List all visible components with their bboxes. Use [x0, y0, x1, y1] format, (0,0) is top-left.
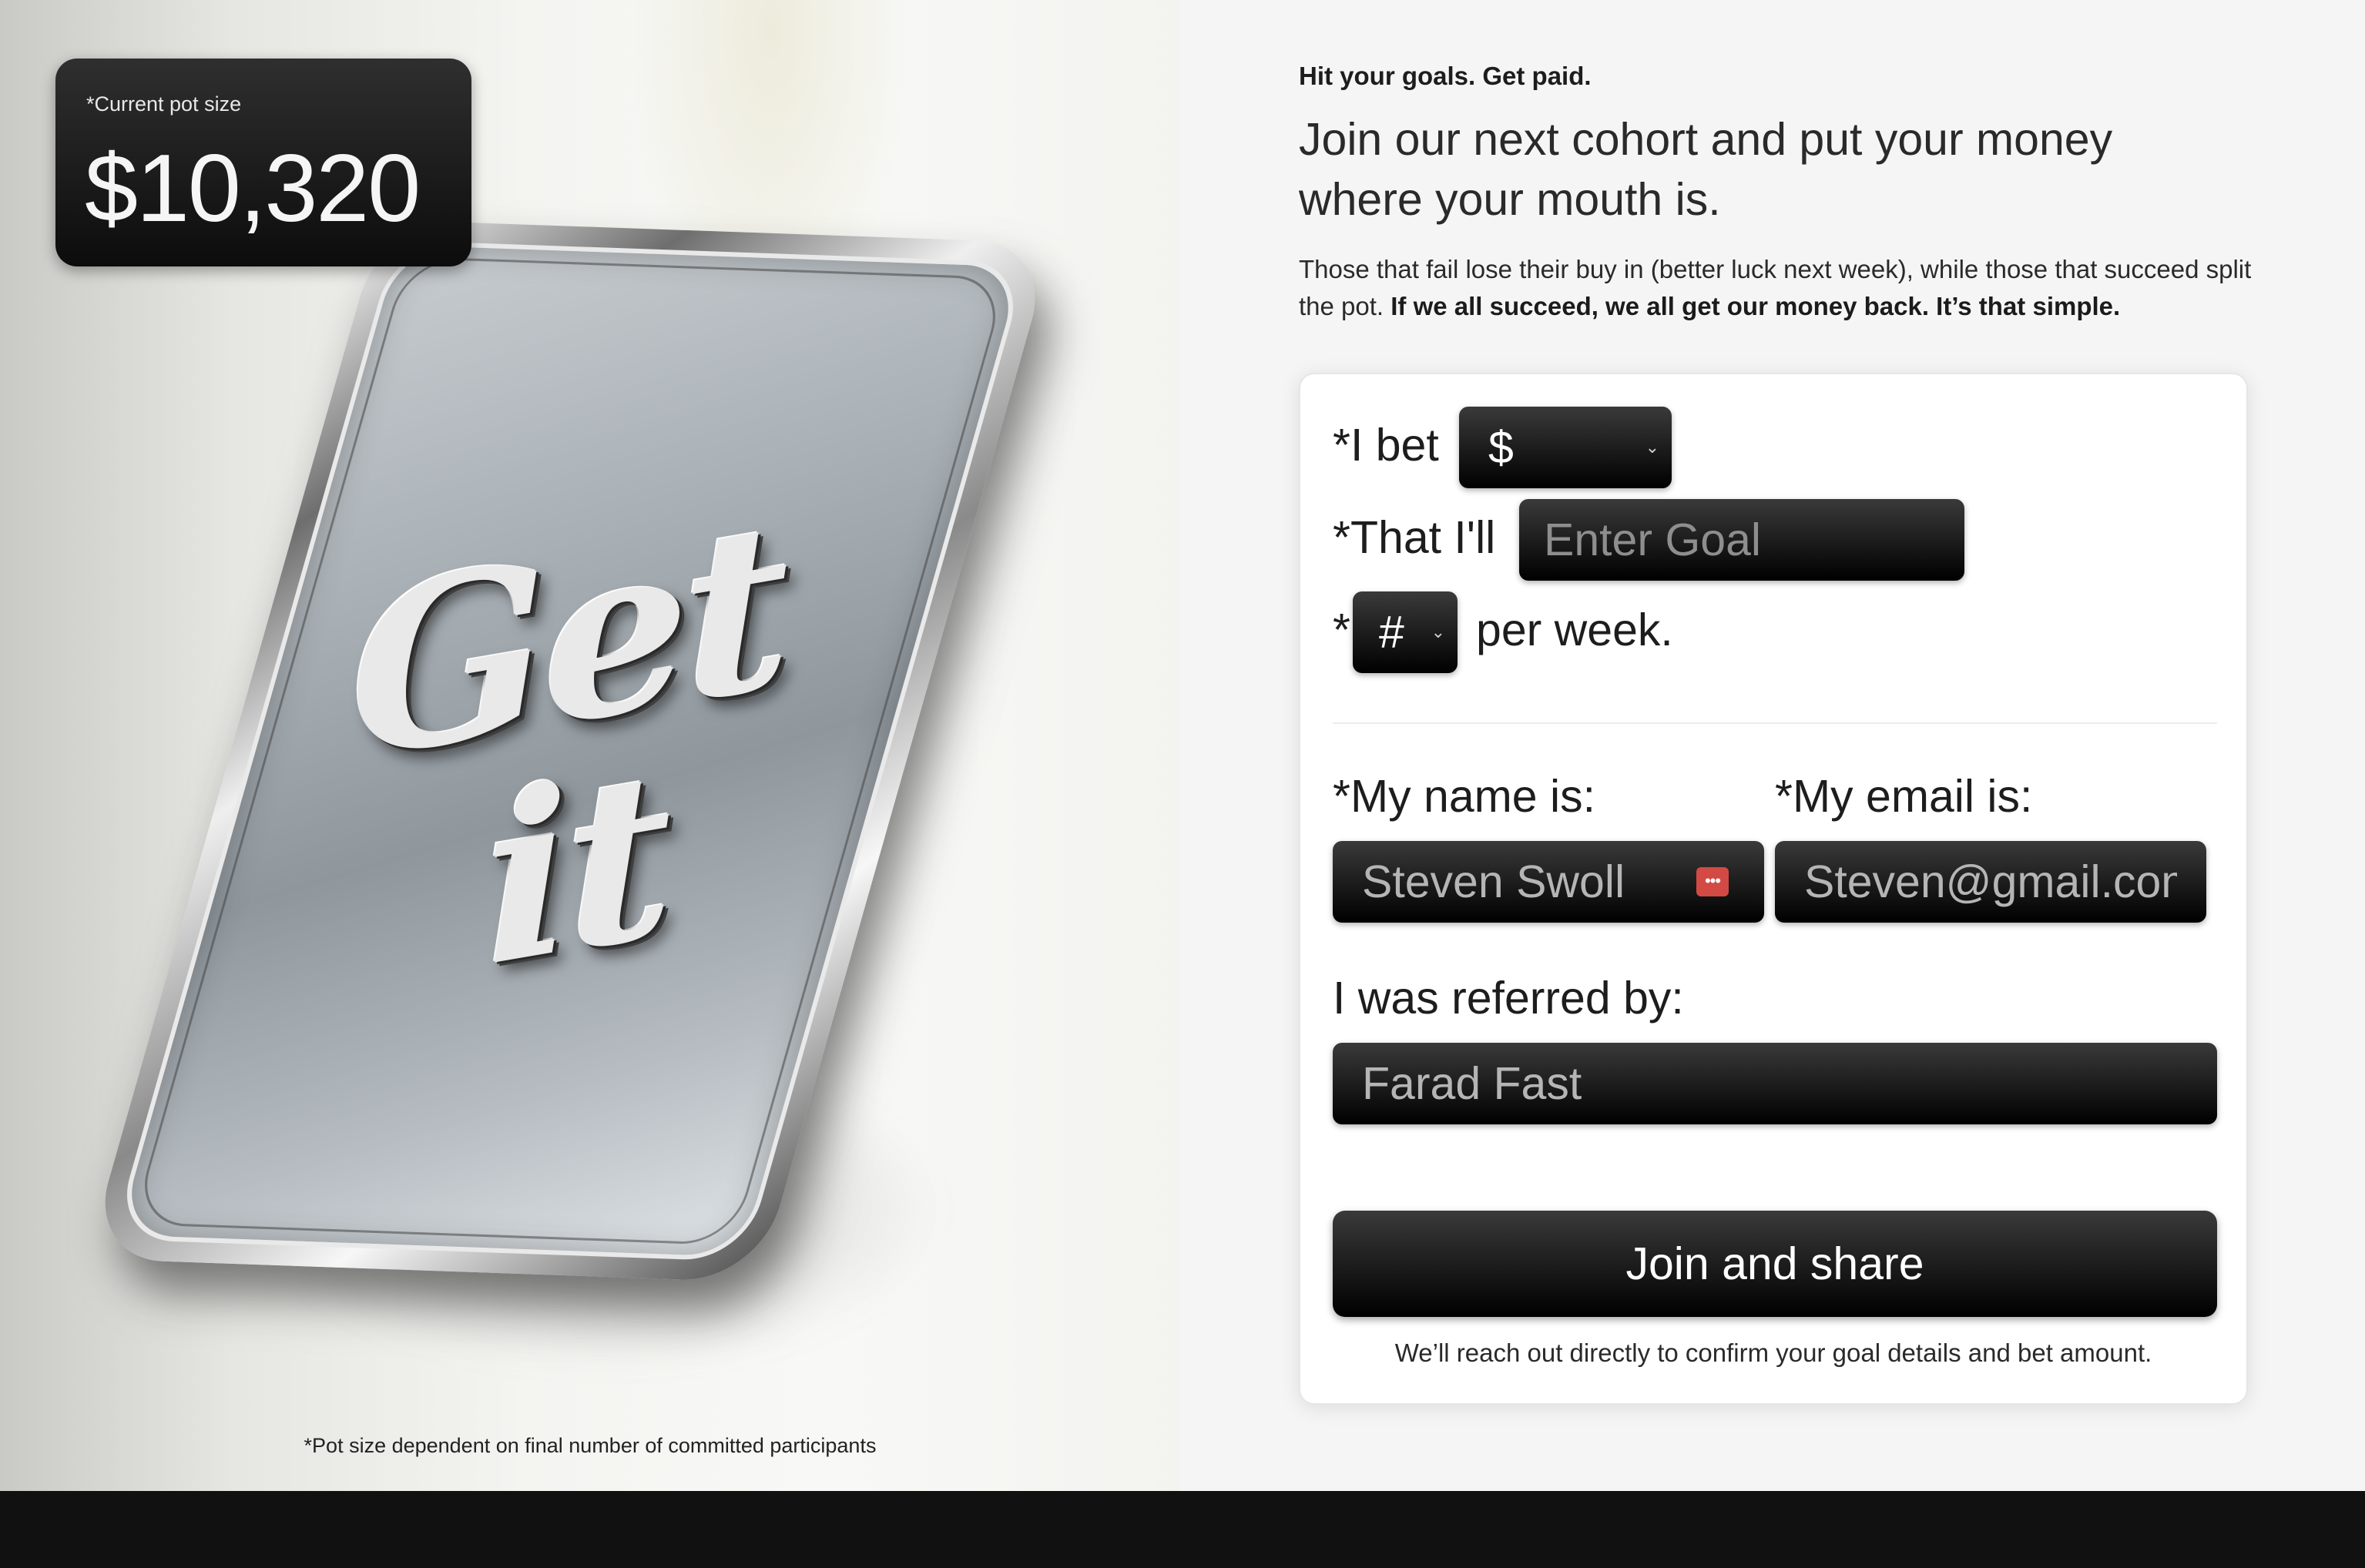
name-input[interactable]: Steven Swoll ••• — [1333, 841, 1764, 923]
form-divider — [1333, 722, 2217, 724]
email-label: *My email is: — [1775, 771, 2033, 822]
intro-body: Those that fail lose their buy in (bette… — [1299, 251, 2254, 325]
frequency-select[interactable]: # ⌄ — [1353, 591, 1458, 673]
referral-input[interactable]: Farad Fast — [1333, 1043, 2217, 1124]
referral-label: I was referred by: — [1333, 973, 1684, 1024]
frequency-required-mark: * — [1333, 605, 1350, 655]
password-manager-icon[interactable]: ••• — [1696, 867, 1729, 896]
email-input-clip: Steven@gmail.com — [1804, 841, 2177, 923]
goal-input-placeholder: Enter Goal — [1544, 514, 1762, 565]
goal-input[interactable]: Enter Goal — [1519, 499, 1964, 581]
name-label: *My name is: — [1333, 771, 1595, 822]
bet-amount-select[interactable]: $ ⌄ — [1459, 407, 1672, 488]
signup-form-card: *I bet $ ⌄ *That I'll Enter Goal * # ⌄ p… — [1299, 373, 2248, 1405]
pot-size-value: $10,320 — [85, 136, 421, 242]
eyebrow-text: Hit your goals. Get paid. — [1299, 62, 1592, 90]
hero-panel: Get it *Current pot size $10,320 *Pot si… — [0, 0, 1180, 1491]
intro-body-bold: If we all succeed, we all get our money … — [1390, 292, 2121, 320]
goal-label: *That I'll — [1333, 512, 1496, 563]
pot-size-card: *Current pot size $10,320 — [55, 59, 471, 266]
signup-panel: Hit your goals. Get paid. Join our next … — [1180, 0, 2365, 1491]
bet-amount-select-value: $ — [1488, 422, 1514, 473]
pot-size-footnote: *Pot size dependent on final number of c… — [304, 1434, 877, 1457]
pot-size-label: *Current pot size — [86, 92, 242, 116]
chevron-down-icon: ⌄ — [1431, 622, 1445, 642]
form-note: We’ll reach out directly to confirm your… — [1394, 1338, 2152, 1367]
chevron-down-icon: ⌄ — [1645, 437, 1659, 457]
footer-bar — [0, 1491, 2365, 1568]
email-input[interactable]: Steven@gmail.com — [1775, 841, 2206, 923]
join-and-share-button[interactable]: Join and share — [1333, 1211, 2217, 1317]
referral-input-value: Farad Fast — [1362, 1058, 1582, 1109]
name-input-value: Steven Swoll — [1362, 856, 1625, 907]
frequency-suffix: per week. — [1476, 605, 1673, 655]
email-input-value: Steven@gmail.com — [1804, 856, 2177, 907]
bet-label: *I bet — [1333, 420, 1439, 471]
frequency-select-value: # — [1379, 607, 1404, 658]
page-headline: Join our next cohort and put your money … — [1299, 114, 2113, 225]
